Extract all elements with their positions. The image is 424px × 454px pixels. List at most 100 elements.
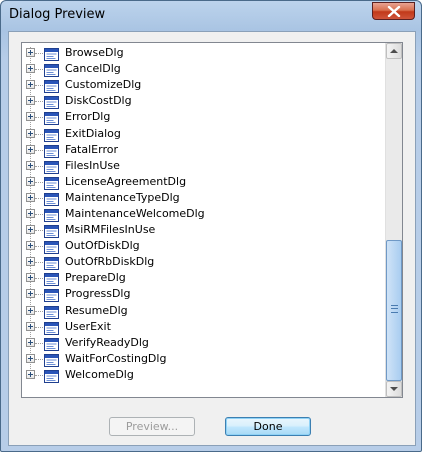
tree-item[interactable]: WelcomeDlg <box>22 367 384 383</box>
tree-connector <box>35 149 43 151</box>
dialog-window-icon <box>44 223 59 239</box>
tree-item-label: LicenseAgreementDlg <box>65 174 187 188</box>
plus-expander-icon[interactable] <box>26 160 35 170</box>
dialog-window-icon <box>44 336 59 351</box>
tree-item[interactable]: ErrorDlg <box>22 109 384 126</box>
dialog-tree-view[interactable]: BrowseDlg CancelDlg CustomizeDlg DiskCostDl… <box>21 42 403 398</box>
dialog-window-icon <box>44 127 59 142</box>
tree-connector <box>35 326 43 328</box>
tree-item[interactable]: UserExit <box>22 319 384 335</box>
tree-connector <box>35 165 43 167</box>
plus-expander-icon[interactable] <box>26 80 35 90</box>
scroll-thumb[interactable] <box>386 240 402 381</box>
tree-item-label: ExitDialog <box>65 126 121 140</box>
plus-expander-icon[interactable] <box>26 144 35 154</box>
tree-item[interactable]: FatalError <box>22 142 384 158</box>
tree-item[interactable]: BrowseDlg <box>22 45 384 62</box>
tree-item[interactable]: PrepareDlg <box>22 270 384 287</box>
plus-expander-icon[interactable] <box>26 192 35 202</box>
tree-item[interactable]: MsiRMFilesInUse <box>22 222 384 239</box>
tree-item-label: FilesInUse <box>65 158 120 172</box>
tree-item-label: MsiRMFilesInUse <box>65 223 156 237</box>
dialog-window-icon <box>44 271 59 287</box>
tree-item[interactable]: CustomizeDlg <box>22 77 384 94</box>
dialog-window: Dialog Preview BrowseDlg CancelDlg Customi… <box>0 0 422 452</box>
plus-expander-icon[interactable] <box>26 225 35 235</box>
tree-connector <box>35 246 43 248</box>
window-title: Dialog Preview <box>9 7 106 22</box>
tree-item[interactable]: LicenseAgreementDlg <box>22 174 384 190</box>
plus-expander-icon[interactable] <box>26 112 35 122</box>
tree-connector <box>35 342 43 344</box>
tree-item-label: OutOfDiskDlg <box>65 239 140 253</box>
dialog-window-icon <box>44 159 59 174</box>
tree-item-label: OutOfRbDiskDlg <box>65 255 155 269</box>
dialog-window-icon <box>44 320 59 335</box>
plus-expander-icon[interactable] <box>26 96 35 106</box>
tree-connector <box>35 294 43 296</box>
tree-item[interactable]: OutOfDiskDlg <box>22 238 384 255</box>
tree-item[interactable]: ExitDialog <box>22 125 384 142</box>
plus-expander-icon[interactable] <box>26 305 35 315</box>
tree-item[interactable]: DiskCostDlg <box>22 93 384 110</box>
dialog-window-icon <box>44 62 59 78</box>
tree-item-label: ProgressDlg <box>65 287 131 301</box>
done-button[interactable]: Done <box>225 417 311 436</box>
dialog-window-icon <box>44 94 59 110</box>
tree-item-label: DiskCostDlg <box>65 94 132 108</box>
plus-expander-icon[interactable] <box>26 257 35 267</box>
plus-expander-icon[interactable] <box>26 289 35 299</box>
dialog-window-icon <box>44 207 59 222</box>
tree-item[interactable]: FilesInUse <box>22 158 384 174</box>
tree-item[interactable]: OutOfRbDiskDlg <box>22 254 384 271</box>
plus-expander-icon[interactable] <box>26 369 35 379</box>
plus-expander-icon[interactable] <box>26 64 35 74</box>
dialog-window-icon <box>44 304 59 319</box>
tree-connector <box>35 213 43 215</box>
tree-connector <box>35 53 43 55</box>
tree-item[interactable]: CancelDlg <box>22 61 384 78</box>
tree-connector <box>35 230 43 232</box>
tree-item-label: PrepareDlg <box>65 271 126 285</box>
tree-item[interactable]: WaitForCostingDlg <box>22 351 384 367</box>
preview-button[interactable]: Preview... <box>109 417 195 436</box>
tree-item-label: MaintenanceWelcomeDlg <box>65 206 205 220</box>
tree-item-label: FatalError <box>65 142 118 156</box>
title-bar[interactable]: Dialog Preview <box>1 1 421 31</box>
scroll-down-button[interactable] <box>386 381 402 397</box>
tree-connector <box>35 310 43 312</box>
tree-connector <box>35 85 43 87</box>
tree-list: BrowseDlg CancelDlg CustomizeDlg DiskCostDl… <box>22 43 384 397</box>
plus-expander-icon[interactable] <box>26 321 35 331</box>
tree-item[interactable]: MaintenanceTypeDlg <box>22 190 384 206</box>
tree-connector <box>35 117 43 119</box>
dialog-window-icon <box>44 191 59 206</box>
tree-connector <box>35 278 43 280</box>
plus-expander-icon[interactable] <box>26 337 35 347</box>
plus-expander-icon[interactable] <box>26 273 35 283</box>
tree-connector <box>35 374 43 376</box>
tree-connector <box>35 262 43 264</box>
plus-expander-icon[interactable] <box>26 176 35 186</box>
tree-item[interactable]: ResumeDlg <box>22 303 384 319</box>
plus-expander-icon[interactable] <box>26 241 35 251</box>
tree-item-label: ErrorDlg <box>65 110 111 124</box>
dialog-window-icon <box>44 78 59 94</box>
scroll-up-button[interactable] <box>386 43 402 59</box>
tree-item-label: CustomizeDlg <box>65 78 142 92</box>
tree-item[interactable]: MaintenanceWelcomeDlg <box>22 206 384 222</box>
plus-expander-icon[interactable] <box>26 128 35 138</box>
close-button[interactable] <box>372 2 415 20</box>
dialog-window-icon <box>44 368 59 383</box>
tree-connector <box>35 133 43 135</box>
tree-connector <box>35 197 43 199</box>
plus-expander-icon[interactable] <box>26 48 35 58</box>
dialog-window-icon <box>44 175 59 190</box>
tree-item[interactable]: VerifyReadyDlg <box>22 335 384 351</box>
vertical-scrollbar[interactable] <box>385 43 402 397</box>
tree-item[interactable]: ProgressDlg <box>22 286 384 303</box>
plus-expander-icon[interactable] <box>26 353 35 363</box>
plus-expander-icon[interactable] <box>26 208 35 218</box>
tree-item-label: MaintenanceTypeDlg <box>65 190 180 204</box>
tree-item-label: WaitForCostingDlg <box>65 351 167 365</box>
